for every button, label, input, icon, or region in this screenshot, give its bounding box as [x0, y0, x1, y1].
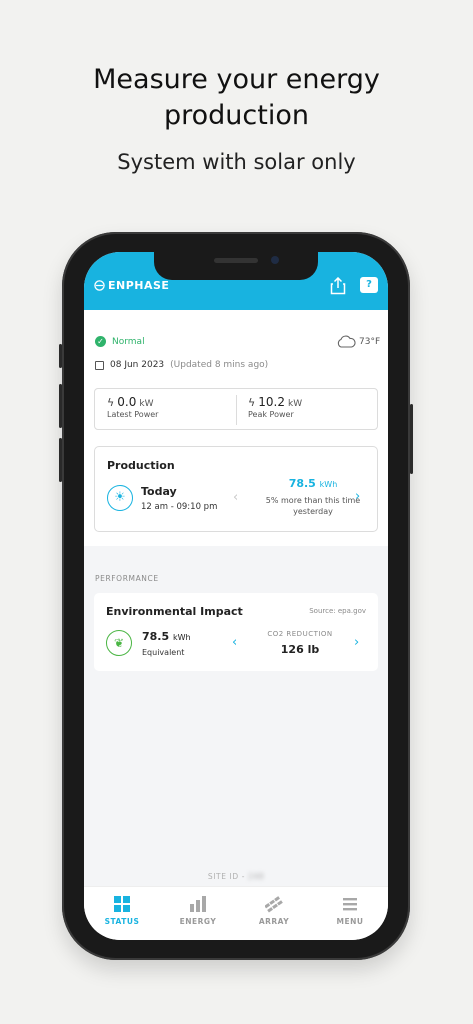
chevron-left-icon[interactable]: ‹: [233, 490, 238, 505]
site-id-value: 248: [248, 872, 265, 881]
production-value: 78.5 kWh: [263, 477, 363, 490]
peak-power-label: Peak Power: [248, 410, 294, 419]
latest-power-label: Latest Power: [107, 410, 159, 419]
calendar-icon: [95, 360, 104, 370]
check-circle-icon: ✓: [95, 336, 106, 347]
tab-array[interactable]: ARRAY: [236, 895, 312, 926]
peak-power: ϟ 10.2 kW Peak Power: [248, 395, 302, 425]
date-row[interactable]: 08 Jun 2023 (Updated 8 mins ago): [95, 360, 268, 370]
menu-icon: [343, 898, 357, 911]
phone-notch: [154, 252, 318, 280]
environmental-value-number: 78.5: [142, 630, 170, 643]
promo-headline-line1: Measure your energy: [93, 64, 380, 95]
chevron-right-icon[interactable]: ›: [354, 635, 359, 650]
plant-leaf-icon: ❦: [106, 630, 132, 656]
enphase-logo-icon: [94, 280, 105, 291]
co2-label: CO2 REDUCTION: [267, 630, 333, 638]
tab-energy[interactable]: ENERGY: [160, 895, 236, 926]
status-text: Normal: [112, 336, 145, 347]
tab-status[interactable]: STATUS: [84, 895, 160, 926]
brand-name: ENPHASE: [108, 279, 170, 292]
environmental-value-unit: kWh: [172, 633, 191, 642]
production-value-number: 78.5: [288, 477, 316, 490]
phone-power-button: [410, 404, 413, 474]
sun-icon: ☀: [107, 485, 133, 511]
share-icon[interactable]: [330, 277, 346, 295]
cloud-icon: [337, 335, 356, 348]
production-range: 12 am - 09:10 pm: [141, 502, 218, 512]
production-value-unit: kWh: [319, 480, 338, 489]
performance-label: PERFORMANCE: [95, 574, 159, 583]
energy-bars-icon: [190, 896, 206, 912]
bottom-tab-bar: STATUS ENERGY ARRAY MENU: [84, 886, 388, 940]
power-summary-card: ϟ 0.0 kW Latest Power ϟ 10.2 kW Peak Pow…: [94, 388, 378, 430]
peak-power-unit: kW: [287, 399, 303, 409]
production-title: Production: [107, 459, 175, 472]
tab-status-label: STATUS: [104, 917, 140, 926]
tab-menu-label: MENU: [336, 917, 364, 926]
weather-temp: 73°F: [359, 336, 381, 347]
array-panels-icon: [265, 896, 283, 913]
production-comparison: 5% more than this time yesterday: [265, 496, 361, 516]
power-divider: [236, 395, 237, 425]
lightning-bolt-icon: ϟ: [107, 396, 115, 409]
phone-frame: ENPHASE ? ✓ Normal 73°F 08 Jun 2023 (Upd…: [59, 232, 413, 960]
chevron-left-icon[interactable]: ‹: [232, 635, 237, 650]
latest-power-unit: kW: [139, 399, 154, 409]
front-camera: [271, 256, 279, 264]
phone-volume-up: [59, 384, 62, 428]
environmental-source: Source: epa.gov: [309, 607, 366, 615]
production-period: Today: [141, 485, 177, 498]
site-id: SITE ID - 248: [84, 872, 388, 881]
updated-text: (Updated 8 mins ago): [170, 360, 269, 370]
tab-energy-label: ENERGY: [179, 917, 217, 926]
environmental-impact-card[interactable]: Environmental Impact Source: epa.gov ❦ 7…: [94, 593, 378, 671]
environmental-value: 78.5 kWh: [142, 630, 191, 643]
tab-array-label: ARRAY: [258, 917, 290, 926]
status-grid-icon: [114, 896, 130, 912]
brand-logo: ENPHASE: [94, 279, 169, 292]
system-status: ✓ Normal: [95, 336, 145, 347]
latest-power: ϟ 0.0 kW Latest Power: [107, 395, 158, 425]
peak-power-value: 10.2: [258, 395, 285, 409]
speaker-grille: [214, 258, 258, 263]
environmental-title: Environmental Impact: [106, 605, 243, 618]
co2-value: 126 lb: [280, 643, 320, 656]
promo-headline: Measure your energy production: [0, 62, 473, 134]
tab-menu[interactable]: MENU: [312, 895, 388, 926]
phone-mute-switch: [59, 344, 62, 368]
site-id-label: SITE ID -: [207, 872, 246, 881]
phone-volume-down: [59, 438, 62, 482]
production-card[interactable]: Production ☀ Today 12 am - 09:10 pm ‹ 78…: [94, 446, 378, 532]
latest-power-value: 0.0: [117, 395, 137, 409]
lightning-bolt-icon: ϟ: [248, 396, 256, 409]
weather: 73°F: [336, 335, 380, 348]
promo-subhead: System with solar only: [117, 150, 356, 174]
promo-headline-line2: production: [164, 100, 309, 131]
date-value: 08 Jun 2023: [110, 360, 165, 370]
app-screen: ENPHASE ? ✓ Normal 73°F 08 Jun 2023 (Upd…: [84, 252, 388, 940]
chevron-right-icon[interactable]: ›: [355, 489, 360, 504]
environmental-sub: Equivalent: [142, 648, 185, 657]
help-chat-icon[interactable]: ?: [360, 277, 378, 293]
